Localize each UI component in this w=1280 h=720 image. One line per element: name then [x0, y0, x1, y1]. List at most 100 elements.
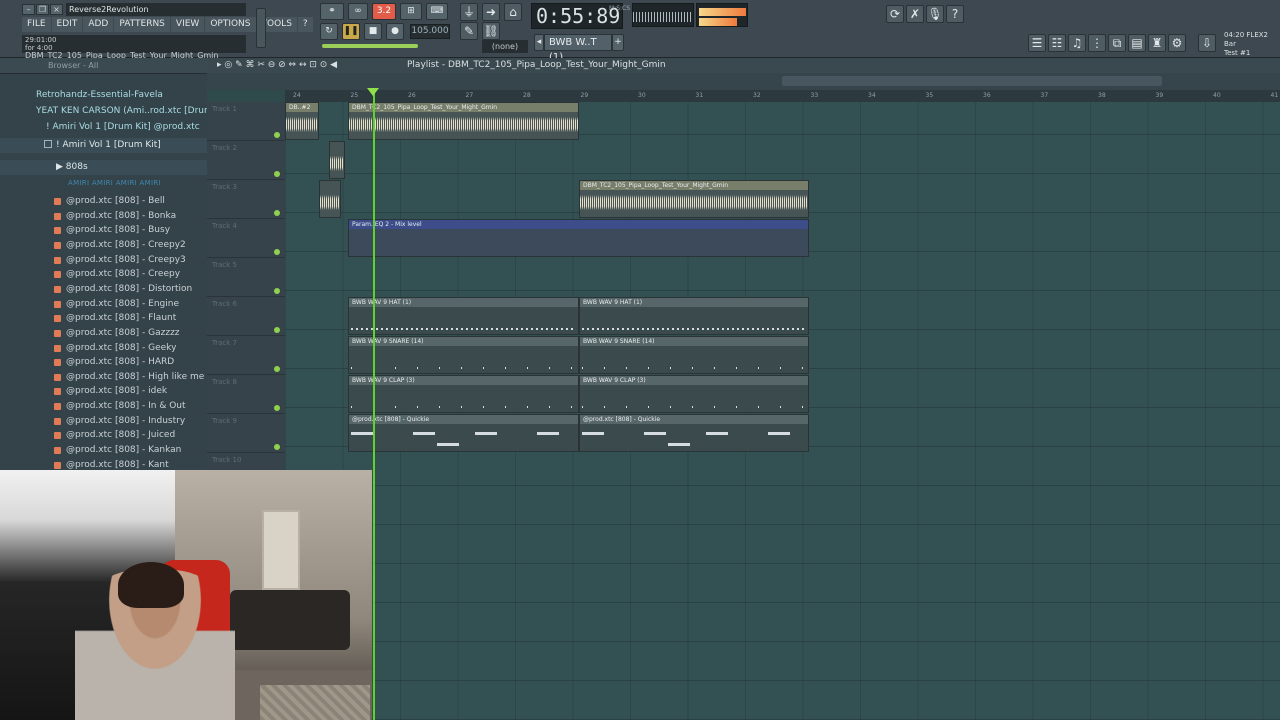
typing-keyboard-icon[interactable]: ⌨	[426, 3, 448, 20]
download-icon[interactable]: ⇩	[1198, 34, 1216, 52]
track-header[interactable]: Track 6	[207, 297, 285, 336]
snap-icon[interactable]: ⊞	[400, 3, 422, 20]
link-icon[interactable]: ⛓	[482, 22, 500, 40]
browser-folder[interactable]: ! Amiri Vol 1 [Drum Kit]	[0, 138, 207, 153]
track-header[interactable]: Track 5	[207, 258, 285, 297]
restore-icon[interactable]: ❐	[36, 4, 49, 15]
channel-rack-icon[interactable]: ☷	[1048, 34, 1066, 52]
pattern-indicator[interactable]: 3.2	[372, 3, 396, 20]
browser-file[interactable]: @prod.xtc [808] - Gazzzz	[0, 326, 207, 341]
loop-icon[interactable]: ∞	[348, 3, 368, 20]
piano-roll-icon[interactable]: ♫	[1068, 34, 1086, 52]
record-mode-icon[interactable]: ↻	[320, 23, 338, 40]
main-pitch-slider[interactable]	[322, 44, 418, 48]
pattern-clip[interactable]: BWB WAV 9 SNARE (14)	[348, 336, 579, 374]
browser-file[interactable]: @prod.xtc [808] - Creepy2	[0, 238, 207, 253]
pattern-selector[interactable]: (none)	[482, 40, 528, 53]
menu-help[interactable]: ?	[297, 17, 313, 32]
browser-file[interactable]: @prod.xtc [808] - HARD	[0, 355, 207, 370]
tempo-display[interactable]: 105.000	[410, 24, 450, 39]
minimize-icon[interactable]: –	[22, 4, 35, 15]
browser-file[interactable]: @prod.xtc [808] - Busy	[0, 223, 207, 238]
browser-file[interactable]: @prod.xtc [808] - Flaunt	[0, 311, 207, 326]
help-icon[interactable]: ?	[946, 5, 964, 23]
browser-file[interactable]: @prod.xtc [808] - Creepy3	[0, 253, 207, 268]
menu-options[interactable]: OPTIONS	[205, 17, 256, 32]
menu-edit[interactable]: EDIT	[51, 17, 83, 32]
pattern-song-toggle[interactable]: ⚭	[320, 3, 344, 20]
track-header[interactable]: Track 3	[207, 180, 285, 219]
metronome-icon[interactable]: ⏚	[460, 3, 478, 21]
tools-icon[interactable]: ✗	[906, 5, 924, 23]
track-mute-led-icon[interactable]	[274, 405, 280, 411]
browser-header[interactable]: Browser - All	[0, 58, 207, 74]
track-mute-led-icon[interactable]	[274, 288, 280, 294]
refresh-icon[interactable]: ⟳	[886, 5, 904, 23]
pattern-clip[interactable]: @prod.xtc [808] - Quickie	[348, 414, 579, 452]
menu-add[interactable]: ADD	[83, 17, 114, 32]
browser-icon[interactable]: ▤	[1128, 34, 1146, 52]
browser-file[interactable]: @prod.xtc [808] - High like me	[0, 370, 207, 385]
track-mute-led-icon[interactable]	[274, 171, 280, 177]
menu-patterns[interactable]: PATTERNS	[114, 17, 170, 32]
track-header[interactable]: Track 4	[207, 219, 285, 258]
channel-add-icon[interactable]: +	[612, 34, 624, 51]
track-mute-led-icon[interactable]	[274, 132, 280, 138]
track-mute-led-icon[interactable]	[274, 327, 280, 333]
browser-folder[interactable]: YEAT KEN CARSON (Ami..rod.xtc [Drum Kit]	[0, 104, 207, 119]
record-button[interactable]: ●	[386, 23, 404, 40]
time-ruler[interactable]: 24 25 26 27 28 29 30 31 32 33 34 35 36 37 38 39 40 41	[285, 90, 1280, 102]
browser-file[interactable]: @prod.xtc [808] - Distortion	[0, 282, 207, 297]
playhead[interactable]	[373, 90, 375, 720]
pause-button[interactable]: ❚❚	[342, 23, 360, 40]
audio-clip[interactable]	[319, 180, 341, 218]
pattern-clip[interactable]: @prod.xtc [808] - Quickie	[579, 414, 809, 452]
channel-selector[interactable]: BWB W..T (1)	[544, 34, 612, 63]
browser-file[interactable]: @prod.xtc [808] - Geeky	[0, 341, 207, 356]
track-mute-led-icon[interactable]	[274, 249, 280, 255]
audio-clip[interactable]: DB..#2	[285, 102, 319, 140]
menu-file[interactable]: FILE	[22, 17, 51, 32]
stop-button[interactable]: ■	[364, 23, 382, 40]
track-mute-led-icon[interactable]	[274, 366, 280, 372]
browser-folder[interactable]: ▶ 808s	[0, 160, 207, 175]
browser-folder[interactable]: ! Amiri Vol 1 [Drum Kit] @prod.xtc	[0, 120, 207, 135]
browser-file[interactable]: @prod.xtc [808] - Creepy	[0, 267, 207, 282]
audio-clip[interactable]: DBM_TC2_105_Pipa_Loop_Test_Your_Might_Gm…	[579, 180, 809, 218]
track-header[interactable]: Track 2	[207, 141, 285, 180]
browser-file[interactable]: @prod.xtc [808] - Bonka	[0, 209, 207, 224]
audio-clip[interactable]: DBM_TC2_105_Pipa_Loop_Test_Your_Might_Gm…	[348, 102, 579, 140]
browser-file[interactable]: @prod.xtc [808] - idek	[0, 384, 207, 399]
browser-file[interactable]: @prod.xtc [808] - Industry	[0, 414, 207, 429]
channel-prev-icon[interactable]: ◂	[534, 34, 544, 51]
step-edit-icon[interactable]: ➜	[482, 3, 500, 21]
plugin-icon[interactable]: ⧉	[1108, 34, 1126, 52]
browser-file[interactable]: @prod.xtc [808] - In & Out	[0, 399, 207, 414]
browser-folder[interactable]: Retrohandz-Essential-Favela	[0, 88, 207, 103]
blend-notes-icon[interactable]: ✎	[460, 22, 478, 40]
mixer-icon[interactable]: ⋮	[1088, 34, 1106, 52]
playlist-tools-icon[interactable]: ▸ ◎ ✎ ⌘ ✂ ⊖ ⊘ ⇔ ↔ ⊡ ⊙ ◀	[217, 58, 337, 73]
track-header[interactable]: Track 8	[207, 375, 285, 414]
pattern-clip[interactable]: BWB WAV 9 CLAP (3)	[348, 375, 579, 413]
close-icon[interactable]: ×	[50, 4, 63, 15]
track-mute-led-icon[interactable]	[274, 444, 280, 450]
track-header[interactable]: Track 9	[207, 414, 285, 453]
master-volume-knob[interactable]	[256, 8, 266, 48]
pattern-clip[interactable]: BWB WAV 9 HAT (1)	[348, 297, 579, 335]
countdown-icon[interactable]: ⌂	[504, 3, 522, 21]
pattern-clip[interactable]: BWB WAV 9 SNARE (14)	[579, 336, 809, 374]
track-header[interactable]: Track 1	[207, 102, 285, 141]
playlist-icon[interactable]: ☰	[1028, 34, 1046, 52]
playhead-marker-icon[interactable]	[367, 88, 379, 96]
pattern-clip[interactable]: BWB WAV 9 CLAP (3)	[579, 375, 809, 413]
touch-keyboard-icon[interactable]: ⚙	[1168, 34, 1186, 52]
plugin-picker-icon[interactable]: ♜	[1148, 34, 1166, 52]
mic-icon[interactable]: 🎙	[926, 5, 944, 23]
browser-file[interactable]: @prod.xtc [808] - Bell	[0, 194, 207, 209]
playlist-scroll-thumb[interactable]	[782, 76, 1162, 86]
automation-clip[interactable]: Param. EQ 2 - Mix level	[348, 219, 809, 257]
pattern-clip[interactable]: BWB WAV 9 HAT (1)	[579, 297, 809, 335]
playlist-grid[interactable]: DB..#2 DBM_TC2_105_Pipa_Loop_Test_Your_M…	[285, 102, 1280, 720]
browser-file[interactable]: @prod.xtc [808] - Engine	[0, 297, 207, 312]
